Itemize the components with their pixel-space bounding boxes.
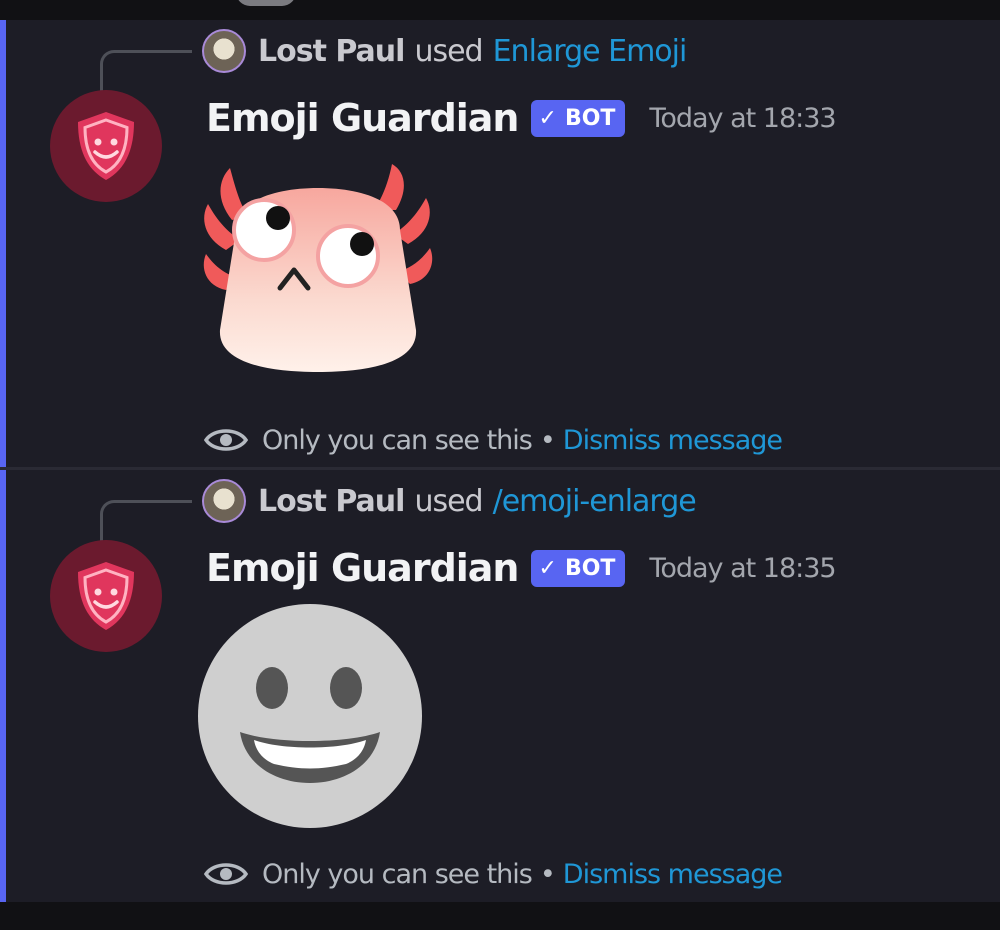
bot-avatar[interactable] bbox=[50, 90, 162, 202]
eye-icon bbox=[204, 429, 248, 451]
ephemeral-separator: • bbox=[539, 858, 556, 890]
bot-username[interactable]: Emoji Guardian bbox=[206, 546, 519, 590]
shield-smile-icon bbox=[78, 562, 134, 630]
dismiss-message-link[interactable]: Dismiss message bbox=[563, 425, 783, 456]
bot-tag: ✓ BOT bbox=[530, 99, 626, 137]
replied-user-avatar[interactable] bbox=[202, 29, 246, 73]
replied-username[interactable]: Lost Paul bbox=[258, 484, 405, 519]
previous-message-strip bbox=[0, 0, 1000, 20]
shield-smile-icon bbox=[78, 112, 134, 180]
verified-check-icon: ✓ bbox=[538, 555, 557, 581]
bot-username[interactable]: Emoji Guardian bbox=[206, 96, 519, 140]
axolotl-emoji-icon[interactable] bbox=[196, 160, 440, 380]
ephemeral-text: Only you can see this bbox=[262, 858, 533, 890]
dismiss-message-link[interactable]: Dismiss message bbox=[563, 859, 783, 890]
ephemeral-notice: Only you can see this • Dismiss message bbox=[204, 852, 783, 896]
grinning-face-emoji-icon[interactable] bbox=[196, 602, 424, 830]
reply-reference[interactable]: Lost Paul used /emoji-enlarge bbox=[202, 478, 697, 524]
ephemeral-text: Only you can see this bbox=[262, 424, 533, 456]
verified-check-icon: ✓ bbox=[538, 105, 557, 131]
replied-username[interactable]: Lost Paul bbox=[258, 34, 405, 69]
bot-tag: ✓ BOT bbox=[530, 549, 626, 587]
reply-used-text: used bbox=[414, 33, 483, 69]
reply-command-link[interactable]: /emoji-enlarge bbox=[493, 484, 697, 519]
message-timestamp[interactable]: Today at 18:33 bbox=[649, 103, 836, 134]
reply-command-link[interactable]: Enlarge Emoji bbox=[493, 34, 688, 69]
bot-tag-label: BOT bbox=[564, 105, 616, 131]
reply-used-text: used bbox=[414, 483, 483, 519]
previous-emoji-fragment bbox=[236, 0, 296, 6]
ephemeral-notice: Only you can see this • Dismiss message bbox=[204, 418, 783, 462]
eye-icon bbox=[204, 863, 248, 885]
message-header: Emoji Guardian ✓ BOT Today at 18:33 bbox=[206, 90, 837, 146]
message-2[interactable]: Lost Paul used /emoji-enlarge Emoji Guar… bbox=[0, 470, 1000, 902]
bot-avatar[interactable] bbox=[50, 540, 162, 652]
ephemeral-separator: • bbox=[539, 424, 556, 456]
message-header: Emoji Guardian ✓ BOT Today at 18:35 bbox=[206, 540, 837, 596]
replied-user-avatar[interactable] bbox=[202, 479, 246, 523]
bot-tag-label: BOT bbox=[564, 555, 616, 581]
message-timestamp[interactable]: Today at 18:35 bbox=[649, 553, 836, 584]
composer-strip bbox=[0, 902, 1000, 930]
message-1[interactable]: Lost Paul used Enlarge Emoji Emoji Guard… bbox=[0, 20, 1000, 467]
reply-reference[interactable]: Lost Paul used Enlarge Emoji bbox=[202, 28, 688, 74]
